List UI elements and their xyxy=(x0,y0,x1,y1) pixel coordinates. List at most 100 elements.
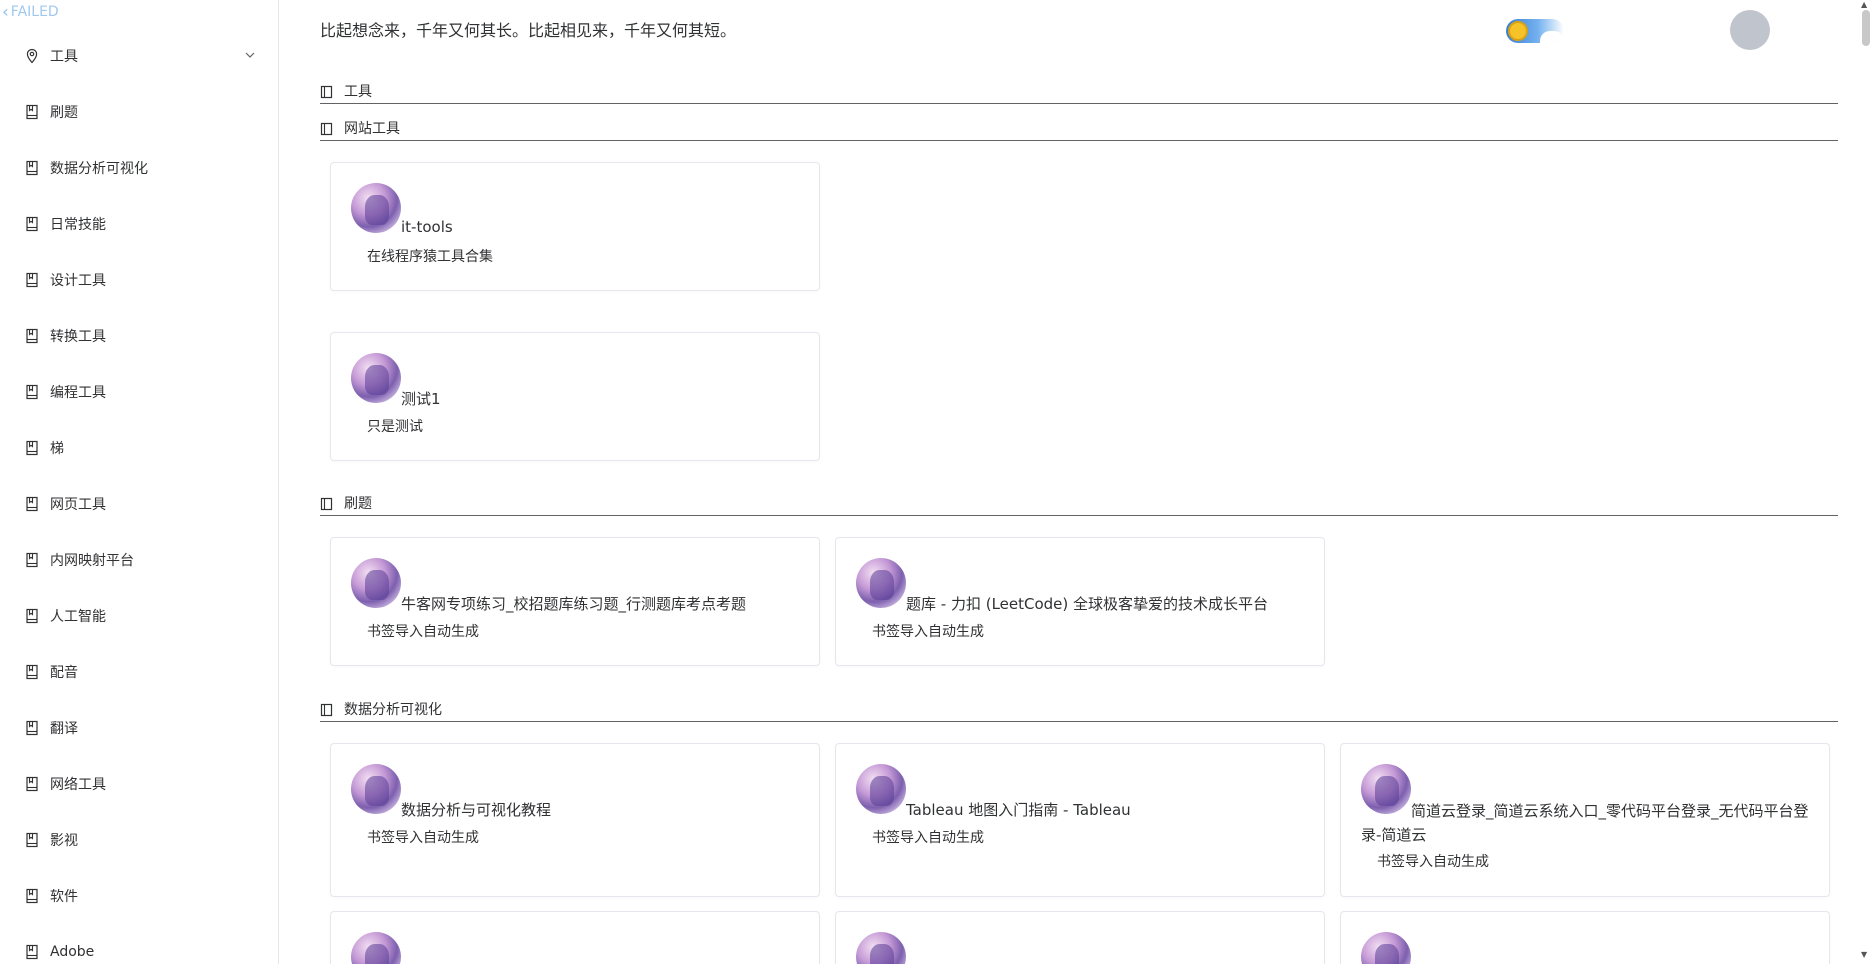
site-card-title: 简道云登录_简道云系统入口_零代码平台登录_无代码平台登录-简道云 xyxy=(1361,802,1809,844)
scroll-up-arrow-icon[interactable]: ▲ xyxy=(1861,0,1867,9)
book-icon xyxy=(320,85,334,99)
sidebar-item-daily-skills[interactable]: 日常技能 xyxy=(0,196,278,252)
site-card-title: 题库 - 力扣 (LeetCode) 全球极客挚爱的技术成长平台 xyxy=(906,595,1269,613)
site-thumbnail xyxy=(351,932,401,964)
site-thumbnail xyxy=(351,353,401,403)
sidebar-item-tools[interactable]: 工具 xyxy=(0,28,278,84)
site-thumbnail xyxy=(351,183,401,233)
site-card-test1[interactable]: 测试1 只是测试 xyxy=(330,332,820,461)
site-thumbnail xyxy=(856,932,906,964)
sidebar-item-label: 转换工具 xyxy=(50,329,106,345)
sidebar-item-label: 梯 xyxy=(50,441,64,457)
site-card-partial[interactable] xyxy=(1340,911,1830,964)
bookmark-icon xyxy=(24,216,40,232)
bookmark-icon xyxy=(24,888,40,904)
sidebar-item-dubbing[interactable]: 配音 xyxy=(0,644,278,700)
site-card-jiandaoyun[interactable]: 简道云登录_简道云系统入口_零代码平台登录_无代码平台登录-简道云 书签导入自动… xyxy=(1340,743,1830,897)
main-content: 比起想念来，千年又何其长。比起相见来，千年又何其短。 工具 网站工具 it-to… xyxy=(280,0,1858,964)
sidebar-item-label: 刷题 xyxy=(50,105,78,121)
site-card-it-tools[interactable]: it-tools 在线程序猿工具合集 xyxy=(330,162,820,291)
sun-icon xyxy=(1508,21,1528,41)
site-card-desc: 书签导入自动生成 xyxy=(872,624,984,640)
site-card-title: 数据分析与可视化教程 xyxy=(401,801,552,819)
sidebar: ‹‹ FAILED 工具 刷题 数据分析可视化 日常技能 设计工具 转换工具 编… xyxy=(0,0,279,964)
sidebar-item-label: 网页工具 xyxy=(50,497,106,513)
site-card-partial[interactable] xyxy=(330,911,820,964)
sidebar-item-network-tools[interactable]: 网络工具 xyxy=(0,756,278,812)
sidebar-item-coding-tools[interactable]: 编程工具 xyxy=(0,364,278,420)
user-avatar[interactable] xyxy=(1730,10,1770,50)
site-card-desc: 书签导入自动生成 xyxy=(367,624,479,640)
site-thumbnail xyxy=(856,764,906,814)
site-card-desc: 书签导入自动生成 xyxy=(1377,854,1489,870)
scrollbar-thumb[interactable] xyxy=(1862,10,1870,46)
sidebar-item-intranet-mapping[interactable]: 内网映射平台 xyxy=(0,532,278,588)
sidebar-item-convert-tools[interactable]: 转换工具 xyxy=(0,308,278,364)
sidebar-item-movies[interactable]: 影视 xyxy=(0,812,278,868)
chevron-down-icon xyxy=(243,48,257,62)
location-icon xyxy=(24,48,40,64)
section-title-practice: 刷题 xyxy=(320,494,1838,516)
sidebar-item-label: 翻译 xyxy=(50,721,78,737)
site-thumbnail xyxy=(856,558,906,608)
book-icon xyxy=(320,703,334,717)
site-card-tableau[interactable]: Tableau 地图入门指南 - Tableau 书签导入自动生成 xyxy=(835,743,1325,897)
sidebar-item-adobe[interactable]: Adobe xyxy=(0,924,278,964)
failed-indicator[interactable]: ‹‹ FAILED xyxy=(2,2,59,21)
site-thumbnail xyxy=(1361,932,1411,964)
section-title-tools: 工具 xyxy=(320,82,1838,104)
sidebar-menu: 工具 刷题 数据分析可视化 日常技能 设计工具 转换工具 编程工具 梯 网页工具… xyxy=(0,28,278,964)
book-icon xyxy=(320,122,334,136)
sidebar-item-practice[interactable]: 刷题 xyxy=(0,84,278,140)
bookmark-icon xyxy=(24,552,40,568)
bookmark-icon xyxy=(24,664,40,680)
sidebar-item-label: 日常技能 xyxy=(50,217,106,233)
site-card-title: it-tools xyxy=(401,218,453,236)
sidebar-item-label: 设计工具 xyxy=(50,273,106,289)
sidebar-item-label: 工具 xyxy=(50,49,78,65)
sidebar-item-web-tools[interactable]: 网页工具 xyxy=(0,476,278,532)
sidebar-item-label: 内网映射平台 xyxy=(50,553,134,569)
theme-toggle[interactable] xyxy=(1506,19,1564,43)
sidebar-item-label: 编程工具 xyxy=(50,385,106,401)
sidebar-item-design-tools[interactable]: 设计工具 xyxy=(0,252,278,308)
sidebar-item-translate[interactable]: 翻译 xyxy=(0,700,278,756)
cloud-icon xyxy=(1540,31,1564,43)
site-card-title: Tableau 地图入门指南 - Tableau xyxy=(906,801,1131,819)
sidebar-item-data-viz[interactable]: 数据分析可视化 xyxy=(0,140,278,196)
site-card-leetcode[interactable]: 题库 - 力扣 (LeetCode) 全球极客挚爱的技术成长平台 书签导入自动生… xyxy=(835,537,1325,666)
site-card-nowcoder[interactable]: 牛客网专项练习_校招题库练习题_行测题库考点考题 书签导入自动生成 xyxy=(330,537,820,666)
scroll-down-arrow-icon[interactable]: ▼ xyxy=(1861,950,1867,959)
site-card-title: 测试1 xyxy=(401,390,441,408)
bookmark-icon xyxy=(24,776,40,792)
double-chevron-left-icon: ‹‹ xyxy=(2,2,8,21)
bookmark-icon xyxy=(24,496,40,512)
section-title-text: 网站工具 xyxy=(344,121,400,137)
bookmark-icon xyxy=(24,104,40,120)
site-thumbnail xyxy=(351,558,401,608)
bookmark-icon xyxy=(24,272,40,288)
site-card-desc: 在线程序猿工具合集 xyxy=(367,249,493,265)
sidebar-item-label: 影视 xyxy=(50,833,78,849)
sidebar-item-ai[interactable]: 人工智能 xyxy=(0,588,278,644)
bookmark-icon xyxy=(24,384,40,400)
site-card-data-analysis-tutorial[interactable]: 数据分析与可视化教程 书签导入自动生成 xyxy=(330,743,820,897)
sidebar-item-label: Adobe xyxy=(50,944,95,960)
sidebar-item-label: 人工智能 xyxy=(50,609,106,625)
bookmark-icon xyxy=(24,160,40,176)
scrollbar-track[interactable] xyxy=(1858,0,1874,964)
site-thumbnail xyxy=(351,764,401,814)
sidebar-item-software[interactable]: 软件 xyxy=(0,868,278,924)
section-title-text: 工具 xyxy=(344,84,372,100)
sidebar-item-ladder[interactable]: 梯 xyxy=(0,420,278,476)
section-title-text: 刷题 xyxy=(344,496,372,512)
sidebar-item-label: 数据分析可视化 xyxy=(50,161,148,177)
site-card-title: 牛客网专项练习_校招题库练习题_行测题库考点考题 xyxy=(401,595,747,613)
sidebar-item-label: 软件 xyxy=(50,889,78,905)
bookmark-icon xyxy=(24,608,40,624)
site-card-partial[interactable] xyxy=(835,911,1325,964)
book-icon xyxy=(320,497,334,511)
site-card-desc: 书签导入自动生成 xyxy=(367,830,479,846)
failed-label: FAILED xyxy=(10,3,59,20)
sidebar-item-label: 网络工具 xyxy=(50,777,106,793)
